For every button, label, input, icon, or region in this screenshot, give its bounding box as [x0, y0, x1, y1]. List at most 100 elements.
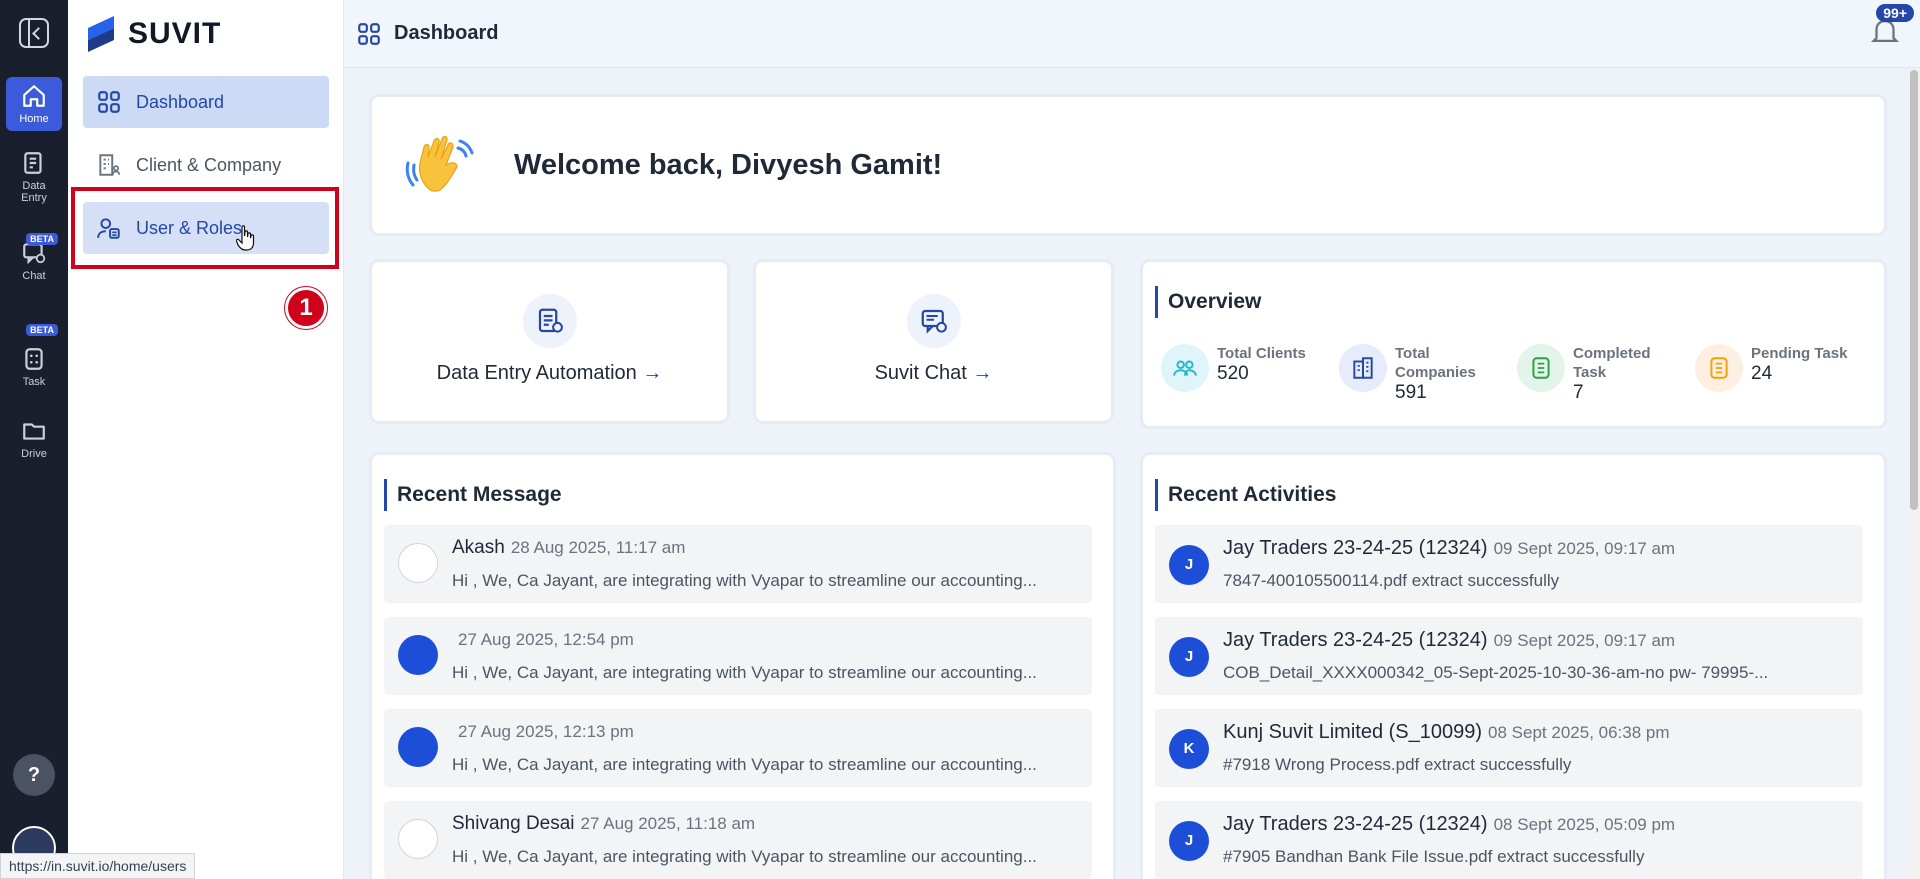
collapse-sidebar-icon[interactable] — [19, 18, 49, 48]
recent-messages-title: Recent Message — [384, 479, 562, 511]
message-time: 28 Aug 2025, 11:17 am — [510, 538, 686, 557]
message-list: Akash 28 Aug 2025, 11:17 am Hi , We, Ca J… — [384, 525, 1092, 879]
message-item[interactable]: 27 Aug 2025, 12:54 pm Hi , We, Ca Jayant… — [384, 617, 1092, 695]
folder-icon — [23, 423, 45, 440]
message-sender: Akash — [452, 537, 505, 558]
data-entry-icon — [522, 294, 577, 348]
message-item[interactable]: Shivang Desai 27 Aug 2025, 11:18 am Hi , … — [384, 801, 1092, 879]
activity-company: Jay Traders 23-24-25 (12324) — [1223, 537, 1488, 559]
stat-label: Pending Task — [1751, 345, 1848, 362]
quick-link-label: Data Entry Automation — [436, 362, 637, 384]
activity-list: J Jay Traders 23-24-25 (12324) 09 Sept 20… — [1155, 525, 1863, 879]
home-icon — [23, 85, 45, 107]
avatar — [398, 635, 438, 675]
activity-time: 08 Sept 2025, 05:09 pm — [1493, 815, 1676, 834]
activity-item[interactable]: K Kunj Suvit Limited (S_10099) 08 Sept 20… — [1155, 709, 1863, 787]
recent-messages-card: Recent Message Akash 28 Aug 2025, 11:17 a… — [369, 452, 1116, 879]
activity-item[interactable]: J Jay Traders 23-24-25 (12324) 09 Sept 20… — [1155, 617, 1863, 695]
avatar — [398, 727, 438, 767]
data-entry-icon — [24, 152, 42, 174]
building-icon — [1339, 344, 1387, 392]
nav-item-client-company[interactable]: Client & Company — [83, 139, 329, 191]
avatar — [398, 543, 438, 583]
activity-company: Kunj Suvit Limited (S_10099) — [1223, 721, 1483, 743]
activity-description: #7905 Bandhan Bank File Issue.pdf extrac… — [1223, 847, 1645, 866]
message-preview: Hi , We, Ca Jayant, are integrating with… — [452, 571, 1037, 590]
rail-label: Drive — [21, 448, 47, 460]
hand-cursor-icon — [236, 225, 255, 251]
message-preview: Hi , We, Ca Jayant, are integrating with… — [452, 663, 1037, 682]
company-avatar: J — [1169, 637, 1209, 677]
avatar — [398, 819, 438, 859]
step-number-badge: 1 — [285, 287, 327, 329]
stat-value: 7 — [1573, 382, 1584, 403]
message-sender: Shivang Desai — [452, 813, 575, 834]
message-time: 27 Aug 2025, 11:18 am — [580, 814, 756, 833]
top-header: Dashboard 99+ — [344, 0, 1920, 68]
task-icon — [25, 348, 43, 370]
welcome-card: Welcome back, Divyesh Gamit! — [369, 94, 1887, 236]
activity-time: 09 Sept 2025, 09:17 am — [1493, 631, 1676, 650]
suvit-chat-card[interactable]: Suvit Chat → — [753, 259, 1114, 424]
chat-icon — [906, 294, 961, 348]
nav-item-dashboard[interactable]: Dashboard — [83, 76, 329, 128]
nav-item-label: Dashboard — [136, 91, 225, 112]
message-item[interactable]: 27 Aug 2025, 12:13 pm Hi , We, Ca Jayant… — [384, 709, 1092, 787]
rail-label: Task — [22, 376, 46, 388]
stat-label: Completed Task — [1573, 345, 1651, 381]
beta-badge: BETA — [26, 324, 58, 336]
scrollbar-thumb[interactable] — [1910, 70, 1918, 510]
users-icon — [1161, 344, 1209, 392]
welcome-message: Welcome back, Divyesh Gamit! — [514, 148, 943, 181]
recent-activities-card: Recent Activities J Jay Traders 23-24-25… — [1140, 452, 1887, 879]
quick-link-label: Suvit Chat — [874, 362, 967, 384]
dashboard-icon — [358, 22, 380, 45]
building-icon — [99, 154, 121, 176]
company-avatar: K — [1169, 729, 1209, 769]
rail-item-chat[interactable]: BETA Chat — [6, 233, 62, 282]
rail-label: Chat — [22, 270, 46, 282]
page-title: Dashboard — [394, 22, 499, 44]
suvit-logo-icon — [88, 16, 114, 52]
rail-item-task[interactable]: BETA Task — [6, 324, 62, 388]
message-time: 27 Aug 2025, 12:54 pm — [458, 630, 634, 649]
activity-company: Jay Traders 23-24-25 (12324) — [1223, 629, 1488, 651]
message-preview: Hi , We, Ca Jayant, are integrating with… — [452, 847, 1037, 866]
icon-rail: Home Data Entry BETA Chat BETA Task Driv… — [0, 0, 68, 879]
message-item[interactable]: Akash 28 Aug 2025, 11:17 am Hi , We, Ca J… — [384, 525, 1092, 603]
notification-count-badge: 99+ — [1876, 4, 1914, 22]
activity-company: Jay Traders 23-24-25 (12324) — [1223, 813, 1488, 835]
beta-badge: BETA — [26, 233, 58, 245]
stat-label: Total Companies — [1395, 345, 1476, 381]
stat-pending-task: Pending Task 24 — [1695, 344, 1870, 392]
message-time: 27 Aug 2025, 12:13 pm — [458, 722, 634, 741]
nav-item-label: Client & Company — [136, 154, 282, 175]
activity-description: 7847-400105500114.pdf extract successful… — [1223, 571, 1560, 590]
activity-time: 09 Sept 2025, 09:17 am — [1493, 539, 1676, 558]
activity-item[interactable]: J Jay Traders 23-24-25 (12324) 08 Sept 20… — [1155, 801, 1863, 879]
arrow-right-icon: → — [972, 362, 993, 384]
stat-value: 591 — [1395, 382, 1427, 403]
waving-hand-icon — [405, 135, 474, 192]
rail-item-home[interactable]: Home — [6, 77, 62, 131]
activity-description: COB_Detail_XXXX000342_05-Sept-2025-10-30… — [1223, 663, 1769, 682]
stat-completed-task: Completed Task 7 — [1517, 344, 1692, 404]
recent-activities-title: Recent Activities — [1155, 479, 1336, 511]
rail-item-drive[interactable]: Drive — [6, 418, 62, 460]
overview-card: Overview Total Clients 520 Total Companie… — [1140, 259, 1887, 429]
rail-item-data-entry[interactable]: Data Entry — [6, 150, 62, 204]
logo-text: SUVIT — [128, 17, 222, 50]
help-button[interactable]: ? — [13, 754, 55, 796]
message-preview: Hi , We, Ca Jayant, are integrating with… — [452, 755, 1037, 774]
company-avatar: J — [1169, 821, 1209, 861]
suvit-logo: SUVIT — [84, 14, 221, 54]
arrow-right-icon: → — [642, 362, 663, 384]
rail-label: Data Entry — [21, 180, 47, 204]
status-bar-url: https://in.suvit.io/home/users — [0, 853, 196, 879]
dashboard-icon — [98, 91, 120, 113]
activity-item[interactable]: J Jay Traders 23-24-25 (12324) 09 Sept 20… — [1155, 525, 1863, 603]
stat-label: Total Clients — [1217, 345, 1306, 362]
sidebar-nav: SUVIT Dashboard Client & Company User & … — [68, 0, 344, 879]
completed-task-icon — [1517, 344, 1565, 392]
data-entry-automation-card[interactable]: Data Entry Automation → — [369, 259, 730, 424]
